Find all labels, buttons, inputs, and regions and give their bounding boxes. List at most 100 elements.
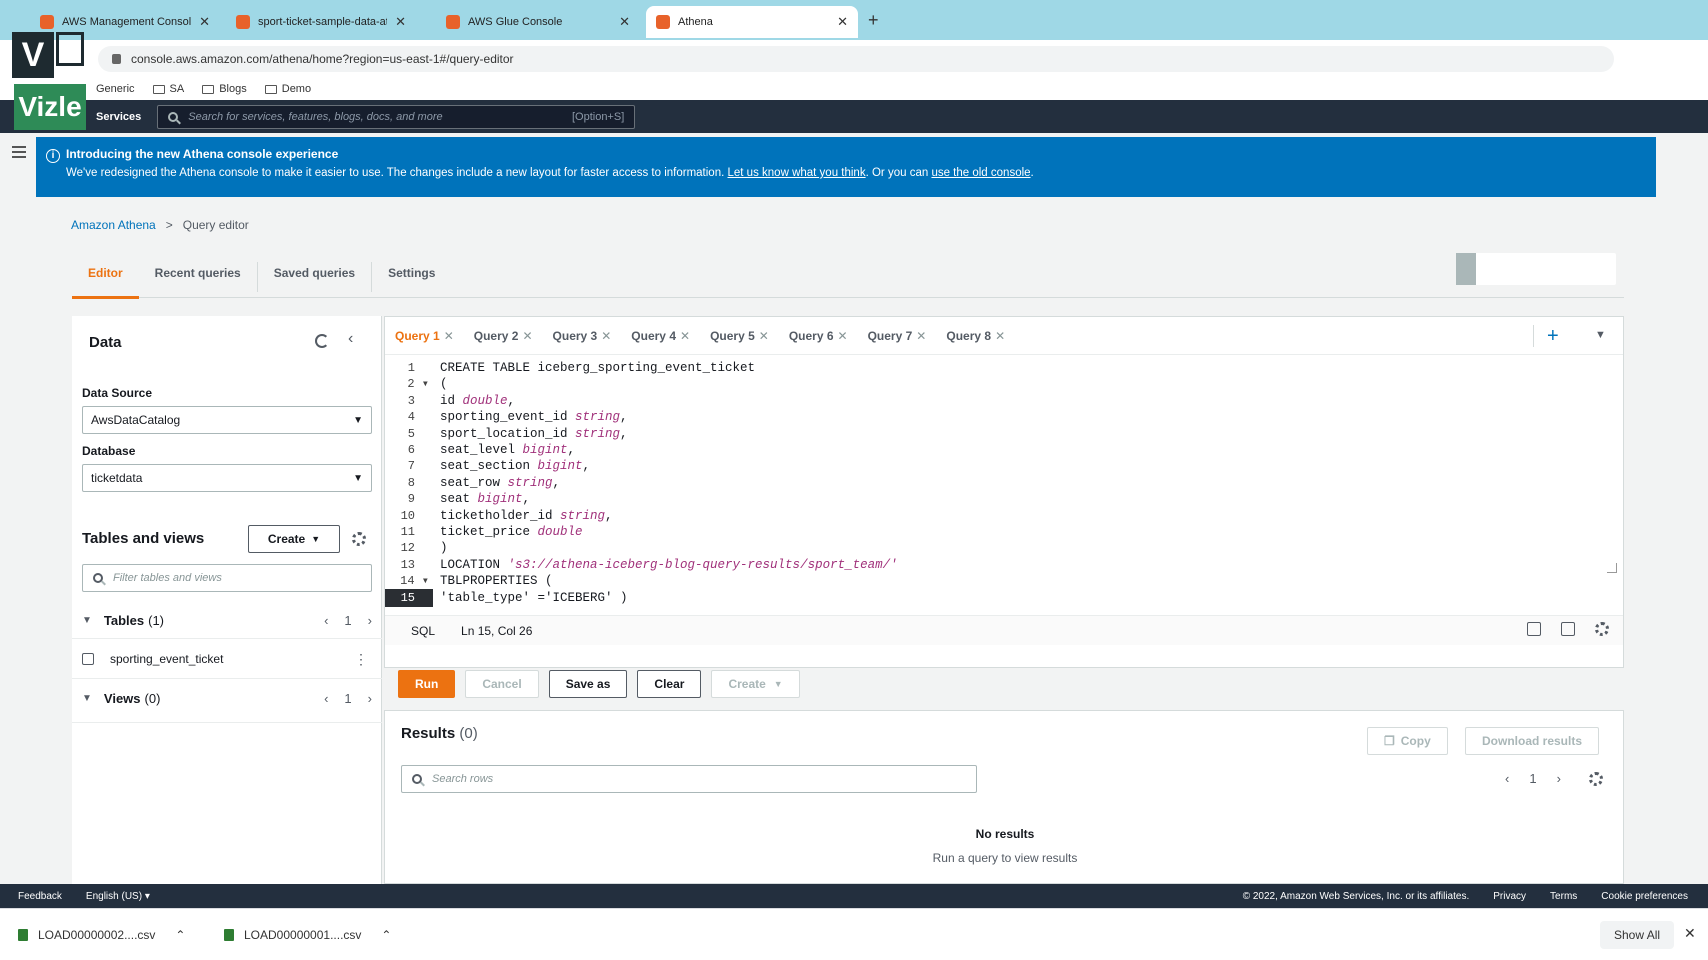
- views-section[interactable]: ▼ Views (0) ‹ 1 ›: [82, 686, 372, 710]
- chevron-right-icon[interactable]: ›: [368, 691, 372, 706]
- code-line[interactable]: seat_level bigint,: [440, 441, 575, 459]
- run-button[interactable]: Run: [398, 670, 456, 698]
- services-menu[interactable]: Services: [96, 111, 141, 123]
- close-icon[interactable]: ✕: [837, 14, 848, 30]
- search-rows-input[interactable]: Search rows: [401, 765, 977, 793]
- tab-settings[interactable]: Settings: [372, 262, 451, 292]
- expand-table-icon[interactable]: [82, 653, 94, 665]
- code-line[interactable]: LOCATION 's3://athena-iceberg-blog-query…: [440, 556, 898, 574]
- caret-down-icon[interactable]: ▼: [1595, 329, 1606, 341]
- chevron-left-icon[interactable]: ‹: [324, 613, 328, 628]
- gear-icon[interactable]: [1588, 771, 1603, 786]
- bookmark-sa[interactable]: SA: [152, 83, 184, 95]
- close-icon[interactable]: ✕: [838, 329, 848, 343]
- query-tab-4[interactable]: Query 4 ✕: [631, 329, 698, 343]
- query-tab-5[interactable]: Query 5 ✕: [710, 329, 777, 343]
- cookie-preferences-link[interactable]: Cookie preferences: [1601, 891, 1688, 902]
- close-icon[interactable]: ✕: [759, 329, 769, 343]
- language-selector[interactable]: English (US) ▾: [86, 891, 150, 902]
- feedback-link[interactable]: Feedback: [18, 891, 62, 902]
- close-icon[interactable]: ✕: [395, 14, 406, 30]
- chevron-right-icon[interactable]: ›: [1557, 771, 1561, 786]
- code-line[interactable]: ticketholder_id string,: [440, 507, 613, 525]
- close-icon[interactable]: ✕: [619, 14, 630, 30]
- create-dropdown-button[interactable]: Create ▼: [711, 670, 800, 698]
- workgroup-selector[interactable]: [1456, 253, 1616, 285]
- new-tab-button[interactable]: +: [868, 10, 879, 31]
- code-line[interactable]: TBLPROPERTIES (: [440, 572, 553, 590]
- close-icon[interactable]: ✕: [1684, 925, 1696, 942]
- chevron-up-icon[interactable]: ⌃: [175, 928, 185, 942]
- resize-handle-icon[interactable]: [1607, 563, 1617, 573]
- download-results-button[interactable]: Download results: [1465, 727, 1600, 755]
- download-item-2[interactable]: LOAD00000001....csv ⌃: [224, 923, 391, 947]
- browser-tab-athena[interactable]: Athena ✕: [646, 6, 858, 38]
- feedback-link[interactable]: Let us know what you think: [728, 167, 866, 179]
- code-line[interactable]: sporting_event_id string,: [440, 408, 628, 426]
- code-line[interactable]: seat_section bigint,: [440, 457, 590, 475]
- data-source-select[interactable]: AwsDataCatalog ▼: [82, 406, 372, 434]
- chevron-left-icon[interactable]: ‹: [1505, 771, 1509, 786]
- query-tab-3[interactable]: Query 3 ✕: [553, 329, 620, 343]
- gear-icon[interactable]: [1595, 622, 1609, 636]
- show-all-downloads-button[interactable]: Show All: [1600, 921, 1675, 949]
- close-icon[interactable]: ✕: [601, 329, 611, 343]
- shortcuts-icon[interactable]: [1561, 622, 1575, 636]
- query-tab-6[interactable]: Query 6 ✕: [789, 329, 856, 343]
- old-console-link[interactable]: use the old console: [931, 167, 1030, 179]
- save-as-button[interactable]: Save as: [548, 670, 628, 698]
- code-line[interactable]: id double,: [440, 392, 515, 410]
- tab-editor[interactable]: Editor: [72, 262, 139, 299]
- close-icon[interactable]: ✕: [522, 329, 532, 343]
- breadcrumb-amazon-athena[interactable]: Amazon Athena: [71, 218, 156, 232]
- format-query-icon[interactable]: [1527, 622, 1541, 636]
- query-tab-2[interactable]: Query 2 ✕: [474, 329, 541, 343]
- tables-section[interactable]: ▼ Tables (1) ‹ 1 ›: [82, 608, 372, 632]
- chevron-left-icon[interactable]: ‹: [324, 691, 328, 706]
- tab-recent-queries[interactable]: Recent queries: [139, 262, 258, 292]
- query-tab-8[interactable]: Query 8 ✕: [946, 329, 1013, 343]
- code-line[interactable]: ): [440, 539, 448, 557]
- more-options-icon[interactable]: ⋮: [354, 651, 368, 668]
- code-editor[interactable]: 1 CREATE TABLE iceberg_sporting_event_tic…: [385, 355, 1623, 615]
- close-icon[interactable]: ✕: [199, 14, 210, 30]
- code-line[interactable]: seat bigint,: [440, 490, 530, 508]
- close-icon[interactable]: ✕: [916, 329, 926, 343]
- menu-icon[interactable]: [12, 146, 26, 161]
- privacy-link[interactable]: Privacy: [1493, 891, 1526, 902]
- browser-tab-sport-ticket[interactable]: sport-ticket-sample-data-athena ✕: [226, 6, 416, 38]
- close-icon[interactable]: ✕: [680, 329, 690, 343]
- terms-link[interactable]: Terms: [1550, 891, 1577, 902]
- copy-button[interactable]: ❐ Copy: [1367, 727, 1448, 755]
- filter-tables-input[interactable]: Filter tables and views: [82, 564, 372, 592]
- code-line[interactable]: seat_row string,: [440, 474, 560, 492]
- bookmark-generic[interactable]: Generic: [96, 83, 135, 95]
- chevron-left-icon[interactable]: ‹: [348, 330, 353, 348]
- code-line[interactable]: (: [440, 375, 448, 393]
- code-line[interactable]: sport_location_id string,: [440, 425, 628, 443]
- aws-search-input[interactable]: Search for services, features, blogs, do…: [157, 104, 636, 129]
- chevron-up-icon[interactable]: ⌃: [381, 928, 391, 942]
- table-item-sporting-event-ticket[interactable]: sporting_event_ticket ⋮: [82, 647, 372, 671]
- code-line[interactable]: 'table_type' ='ICEBERG' ): [440, 589, 628, 607]
- add-query-tab-button[interactable]: +: [1547, 325, 1559, 348]
- create-button[interactable]: Create ▼: [248, 525, 340, 553]
- database-select[interactable]: ticketdata ▼: [82, 464, 372, 492]
- query-tab-1[interactable]: Query 1 ✕: [395, 329, 462, 343]
- refresh-icon[interactable]: [315, 334, 329, 348]
- query-tab-7[interactable]: Query 7 ✕: [868, 329, 935, 343]
- code-line[interactable]: ticket_price double: [440, 523, 583, 541]
- close-icon[interactable]: ✕: [444, 329, 454, 343]
- clear-button[interactable]: Clear: [637, 670, 702, 698]
- gear-icon[interactable]: [352, 532, 366, 546]
- chevron-right-icon[interactable]: ›: [368, 613, 372, 628]
- cancel-button[interactable]: Cancel: [465, 670, 539, 698]
- tab-saved-queries[interactable]: Saved queries: [258, 262, 373, 292]
- browser-tab-glue-console[interactable]: AWS Glue Console ✕: [436, 6, 640, 38]
- close-icon[interactable]: ✕: [995, 329, 1005, 343]
- bookmark-demo[interactable]: Demo: [264, 83, 311, 95]
- address-bar[interactable]: console.aws.amazon.com/athena/home?regio…: [98, 46, 1614, 72]
- bookmark-blogs[interactable]: Blogs: [202, 83, 247, 95]
- download-item-1[interactable]: LOAD00000002....csv ⌃: [18, 923, 185, 947]
- code-line[interactable]: CREATE TABLE iceberg_sporting_event_tick…: [440, 359, 755, 377]
